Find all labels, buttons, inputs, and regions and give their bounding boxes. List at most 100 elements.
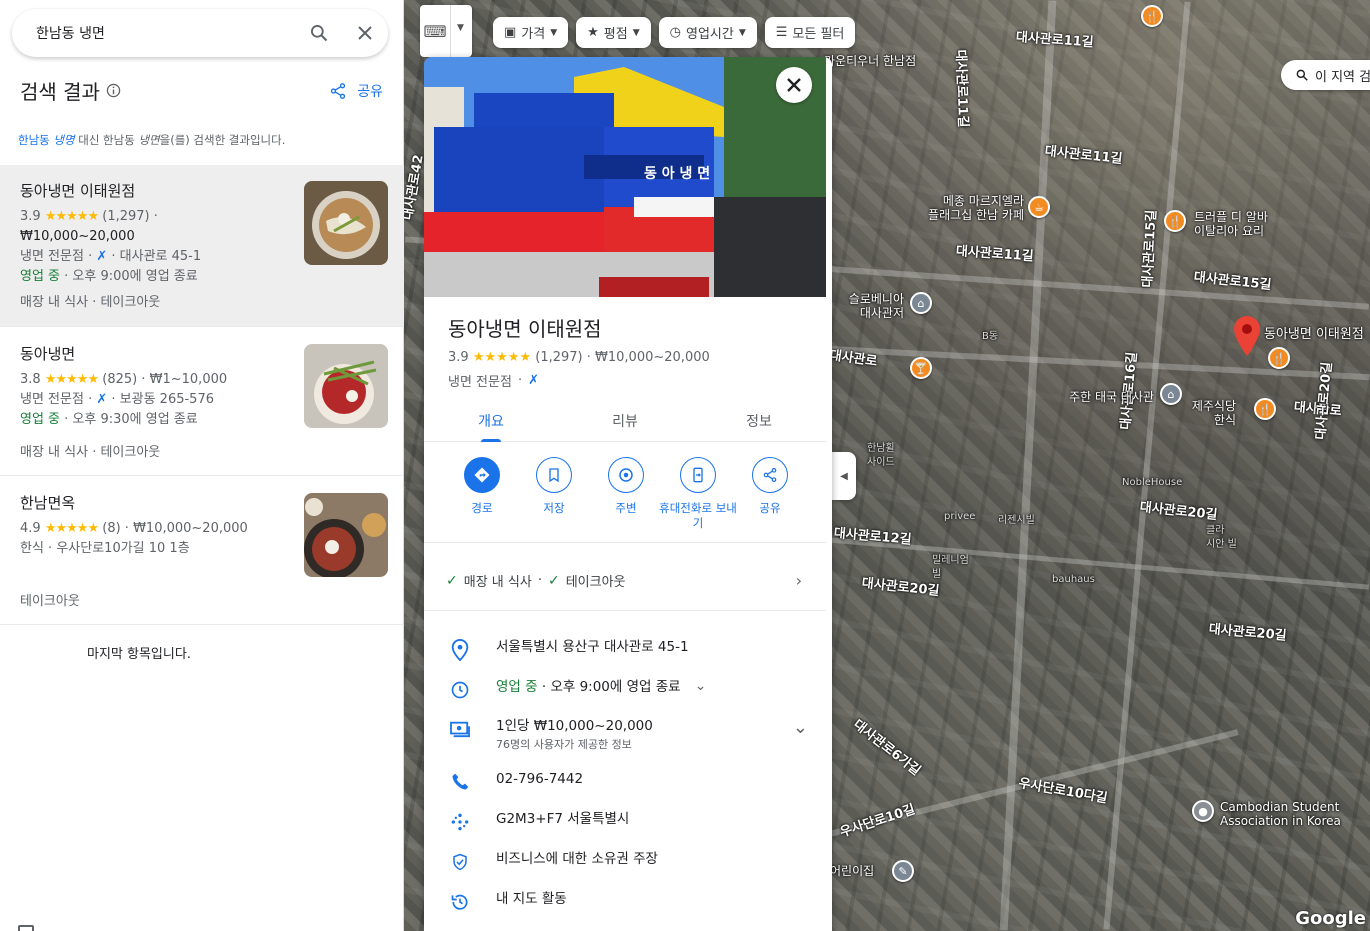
shop-sign: 동 아 냉 면 [644, 165, 710, 182]
original-query-link[interactable]: 한남동 냉명 [18, 133, 75, 147]
star-icon: ★ [587, 25, 599, 40]
map-place-label: 메종 마르지엘라 플래그십 한남 카페 [928, 194, 1024, 222]
tab-overview[interactable]: 개요 [424, 400, 558, 442]
no-delivery-icon: ✗ [96, 249, 108, 264]
check-icon: ✓ [547, 572, 560, 589]
save-button[interactable]: 저장 [518, 457, 590, 531]
chevron-right-icon: › [795, 571, 802, 590]
result-thumbnail[interactable] [304, 493, 388, 577]
map-place-label: Cambodian Student Association in Korea [1220, 800, 1341, 828]
filter-rating-chip[interactable]: ★ 평점 ▼ [576, 17, 651, 48]
all-filters-chip[interactable]: ☰ 모든 필터 [764, 17, 856, 48]
address-row[interactable]: 서울특별시 용산구 대사관로 45-1 [448, 638, 808, 662]
money-icon: ▣ [504, 25, 517, 40]
tab-reviews[interactable]: 리뷰 [558, 400, 692, 441]
service-options-row[interactable]: ✓ 매장 내 식사 · ✓ 테이크아웃 › [446, 571, 802, 590]
place-title: 동아냉면 이태원점 [448, 317, 602, 341]
chevron-down-icon[interactable]: ⌄ [793, 717, 808, 738]
divider [424, 610, 826, 611]
directions-button[interactable]: 경로 [446, 457, 518, 531]
phone-row[interactable]: 02-796-7442 [448, 770, 808, 794]
chevron-left-icon: ◀ [840, 470, 848, 482]
chevron-down-icon: ▼ [450, 5, 470, 57]
selected-place-pin-icon[interactable] [1234, 316, 1260, 356]
review-count-link[interactable]: (1,297) [535, 350, 582, 365]
map-school-pin-icon[interactable]: ✎ [892, 860, 914, 882]
share-place-button[interactable]: 공유 [734, 457, 806, 531]
place-photo[interactable]: 동 아 냉 면 [424, 57, 826, 297]
category-button[interactable]: 냉면 전문점 [448, 371, 512, 390]
update-results-checkbox[interactable] [18, 925, 34, 931]
place-detail-panel: 동 아 냉 면 동아냉면 이태원점 3.9 ★★★★★ (1,297) · ₩1… [424, 57, 832, 931]
chevron-down-icon[interactable]: ⌄ [695, 678, 707, 694]
send-to-phone-button[interactable]: 휴대전화로 보내기 [659, 457, 737, 531]
map-place-label: 한남휠 사이드 [867, 443, 895, 468]
map-place-label: 밀레니엄 빌 [932, 555, 969, 580]
rating-stars: ★★★★★ [44, 209, 99, 224]
map-embassy-pin-icon[interactable]: ⌂ [1160, 383, 1182, 405]
filter-chip-bar: ▣ 가격 ▼ ★ 평점 ▼ ◷ 영업시간 ▼ ☰ 모든 필터 [493, 17, 856, 48]
history-icon [451, 894, 468, 910]
google-logo: Google [1295, 908, 1366, 929]
map-place-label: 카운티우너 한남점 [824, 54, 917, 68]
hours-row[interactable]: 영업 중 · 오후 9:00에 영업 종료 ⌄ [448, 678, 808, 702]
map-cafe-pin-icon[interactable]: ☕ [1028, 196, 1050, 218]
bookmark-icon [549, 468, 559, 483]
result-thumbnail[interactable] [304, 181, 388, 265]
rating-stars: ★★★★★ [44, 521, 99, 536]
spelling-correction: 한남동 냉명 대신 한남동 냉면을(를) 검색한 결과입니다. [18, 133, 286, 147]
results-title: 검색 결과 [20, 80, 100, 104]
location-pin-icon [451, 639, 469, 661]
map-street-label: 대사관로15길 [1140, 209, 1160, 288]
result-item[interactable]: 한남면옥 4.9 ★★★★★ (8) · ₩10,000~20,000 한식 ·… [0, 477, 404, 625]
search-input[interactable]: 한남동 냉면 [36, 23, 296, 43]
map-restaurant-pin-icon[interactable]: 🍴 [1254, 398, 1276, 420]
nearby-button[interactable]: 주변 [590, 457, 662, 531]
result-item[interactable]: 동아냉면 이태원점 3.9 ★★★★★ (1,297) · ₩10,000~20… [0, 165, 404, 327]
rating-stars: ★★★★★ [44, 372, 99, 387]
search-button[interactable] [296, 23, 342, 43]
close-detail-button[interactable] [776, 67, 812, 103]
share-results-button[interactable]: 공유 [329, 81, 383, 101]
search-icon [1296, 69, 1308, 81]
keyboard-icon: ⌨ [423, 21, 447, 41]
map-activity-row[interactable]: 내 지도 활동 [448, 890, 808, 914]
info-icon[interactable] [106, 83, 121, 98]
check-icon: ✓ [446, 572, 458, 589]
tab-about[interactable]: 정보 [692, 400, 826, 441]
place-rating: 3.9 ★★★★★ (1,297) · ₩10,000~20,000 [448, 350, 710, 365]
input-tools-button[interactable]: ⌨ ▼ [420, 5, 472, 57]
filter-hours-chip[interactable]: ◷ 영업시간 ▼ [658, 17, 757, 48]
map-restaurant-pin-icon[interactable]: 🍴 [1141, 5, 1163, 27]
filter-price-chip[interactable]: ▣ 가격 ▼ [493, 17, 569, 48]
shield-check-icon [453, 853, 467, 871]
collapse-panel-button[interactable]: ◀ [832, 452, 856, 500]
map-place-label: 클라 시안 빌 [1206, 525, 1237, 550]
clock-icon [451, 681, 469, 699]
detail-tabs: 개요 리뷰 정보 [424, 400, 826, 442]
claim-business-row[interactable]: 비즈니스에 대한 소유권 주장 [448, 850, 808, 874]
map-embassy-pin-icon[interactable]: ⌂ [910, 292, 932, 314]
map-restaurant-pin-icon[interactable]: 🍴 [1268, 347, 1290, 369]
no-delivery-icon: ✗ [528, 373, 539, 388]
map-place-label: 리젠시빌 [998, 515, 1035, 526]
map-place-label: 트러플 디 알바 이탈리아 요리 [1194, 210, 1268, 238]
result-thumbnail[interactable] [304, 344, 388, 428]
results-panel: 한남동 냉면 검색 결과 공유 한남동 냉명 대신 한남동 냉면을(를) 검색한… [0, 0, 404, 931]
result-item[interactable]: 동아냉면 3.8 ★★★★★ (825) · ₩1~10,000 냉면 전문점 … [0, 328, 404, 476]
map-place-label: 주한 태국 대사관 [1069, 390, 1154, 404]
plus-code-row[interactable]: G2M3+F7 서울특별시 [448, 810, 808, 834]
results-header: 검색 결과 공유 [20, 76, 383, 105]
map-restaurant-pin-icon[interactable]: 🍴 [1164, 210, 1186, 232]
map-place-label: NobleHouse [1122, 477, 1183, 488]
caret-down-icon: ▼ [738, 27, 746, 38]
nearby-icon [619, 468, 633, 482]
search-this-area-button[interactable]: 이 지역 검색 [1281, 60, 1370, 90]
map-place-label: 어린이집 [830, 864, 875, 878]
price-row[interactable]: 1인당 ₩10,000~20,000 76명의 사용자가 제공한 정보 ⌄ [448, 717, 808, 754]
phone-send-icon [693, 467, 703, 483]
map-landmark-pin-icon[interactable]: ● [1192, 800, 1214, 822]
map-bar-pin-icon[interactable]: 🍸 [910, 357, 932, 379]
search-box[interactable]: 한남동 냉면 [12, 9, 388, 57]
clear-search-button[interactable] [342, 25, 388, 41]
